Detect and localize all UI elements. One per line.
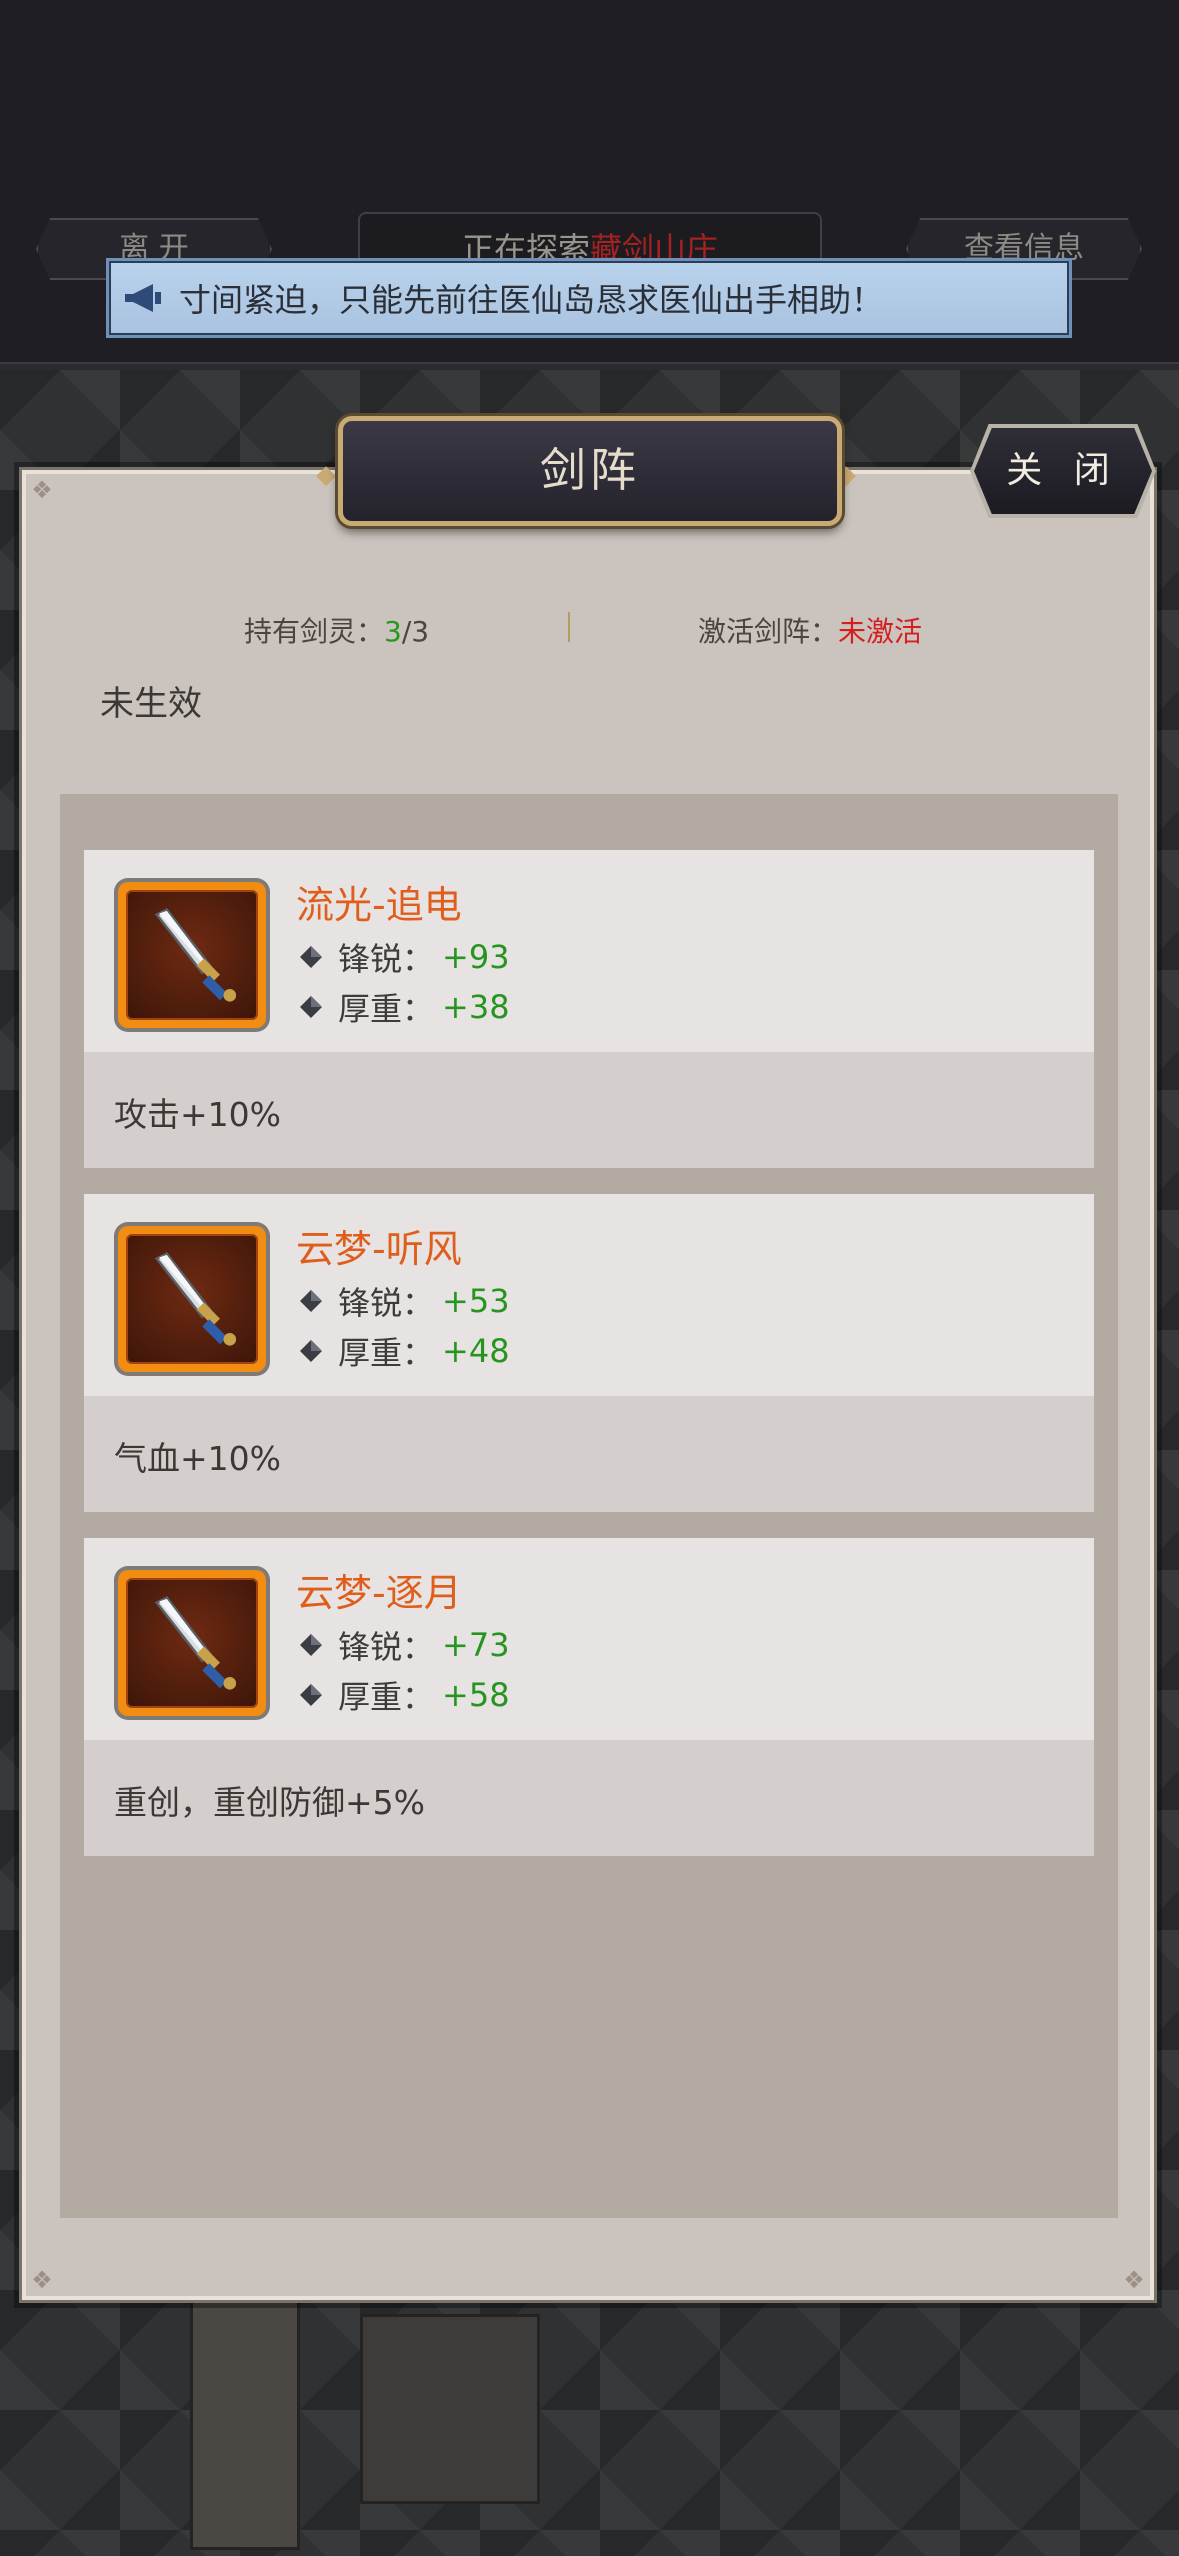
weight-label: 厚重： — [338, 990, 435, 1028]
corner-ornament: ❖ — [31, 2266, 53, 2294]
diamond-icon — [300, 996, 322, 1018]
sword-icon — [154, 1252, 237, 1346]
sharpness-value: +73 — [442, 1626, 510, 1664]
diamond-icon — [300, 1684, 322, 1706]
sword-card[interactable]: 流光-追电 锋锐： +93 厚重： +38 攻击+10% — [84, 850, 1094, 1168]
stats-divider — [568, 612, 570, 642]
held-total: /3 — [401, 615, 430, 648]
stats-row: 持有剑灵：3/3 激活剑阵：未激活 — [22, 600, 1154, 660]
weight-stat: 厚重： +48 — [296, 1328, 510, 1374]
card-bonus-area: 重创，重创防御+5% — [84, 1740, 1094, 1856]
weight-stat: 厚重： +38 — [296, 984, 510, 1030]
held-current: 3 — [384, 615, 402, 648]
diamond-icon — [300, 946, 322, 968]
corner-ornament: ❖ — [1123, 2266, 1145, 2294]
sharpness-stat: 锋锐： +93 — [296, 934, 510, 980]
diamond-icon — [300, 1634, 322, 1656]
card-bonus-area: 攻击+10% — [84, 1052, 1094, 1168]
sword-name: 流光-追电 — [296, 883, 462, 927]
sharpness-stat: 锋锐： +73 — [296, 1622, 510, 1668]
diamond-icon — [300, 1340, 322, 1362]
sharpness-label: 锋锐： — [338, 1284, 435, 1322]
notice-text: 寸间紧迫，只能先前往医仙岛恳求医仙出手相助！ — [179, 281, 884, 319]
card-header: 云梦-逐月 锋锐： +73 厚重： +58 — [84, 1538, 1094, 1740]
held-label: 持有剑灵： — [244, 615, 385, 648]
weight-stat: 厚重： +58 — [296, 1672, 510, 1718]
card-bonus-area: 气血+10% — [84, 1396, 1094, 1512]
sword-card[interactable]: 云梦-逐月 锋锐： +73 厚重： +58 重创，重创防御+5% — [84, 1538, 1094, 1856]
sword-icon-frame[interactable] — [114, 1566, 270, 1720]
effect-status: 未生效 — [100, 684, 202, 724]
weight-value: +38 — [442, 988, 510, 1026]
sword-bonus: 攻击+10% — [114, 1095, 281, 1134]
sword-bonus: 气血+10% — [114, 1439, 281, 1478]
diamond-icon — [300, 1290, 322, 1312]
sharpness-label: 锋锐： — [338, 940, 435, 978]
sword-icon — [154, 908, 237, 1002]
sharpness-value: +93 — [442, 938, 510, 976]
weight-label: 厚重： — [338, 1334, 435, 1372]
weight-value: +48 — [442, 1332, 510, 1370]
sharpness-stat: 锋锐： +53 — [296, 1278, 510, 1324]
sword-name: 云梦-逐月 — [296, 1571, 462, 1615]
held-spirits: 持有剑灵：3/3 — [244, 610, 429, 650]
sword-icon — [154, 1596, 237, 1690]
notice-banner: 寸间紧迫，只能先前往医仙岛恳求医仙出手相助！ — [106, 258, 1072, 338]
sharpness-label: 锋锐： — [338, 1628, 435, 1666]
weight-label: 厚重： — [338, 1678, 435, 1716]
active-array: 激活剑阵：未激活 — [698, 610, 922, 650]
active-value: 未激活 — [838, 615, 923, 648]
active-label: 激活剑阵： — [698, 615, 839, 648]
sword-icon-frame[interactable] — [114, 878, 270, 1032]
header-divider — [0, 362, 1179, 370]
weight-value: +58 — [442, 1676, 510, 1714]
sharpness-value: +53 — [442, 1282, 510, 1320]
sword-icon-frame[interactable] — [114, 1222, 270, 1376]
megaphone-icon — [125, 284, 161, 312]
corner-ornament: ❖ — [31, 476, 53, 504]
title-right-ornament: ◆ — [836, 460, 856, 490]
panel-title: 剑阵 — [338, 416, 842, 526]
card-header: 流光-追电 锋锐： +93 厚重： +38 — [84, 850, 1094, 1052]
sword-bonus: 重创，重创防御+5% — [114, 1783, 426, 1822]
card-header: 云梦-听风 锋锐： +53 厚重： +48 — [84, 1194, 1094, 1396]
sword-name: 云梦-听风 — [296, 1227, 462, 1271]
sword-card[interactable]: 云梦-听风 锋锐： +53 厚重： +48 气血+10% — [84, 1194, 1094, 1512]
stone-statue — [360, 2314, 540, 2504]
close-button[interactable]: 关 闭 — [974, 428, 1152, 514]
